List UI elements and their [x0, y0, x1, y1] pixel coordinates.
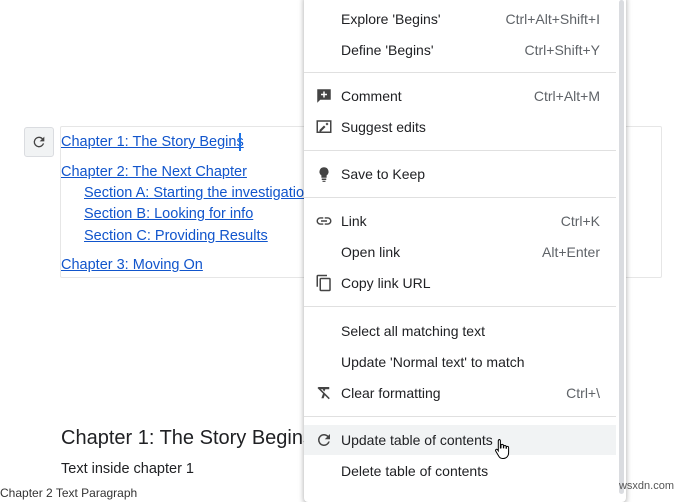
- menu-item-label: Update 'Normal text' to match: [341, 354, 525, 370]
- menu-item-shortcut: Ctrl+K: [560, 213, 600, 229]
- chapter-heading: Chapter 1: The Story Begins: [61, 427, 313, 449]
- link-icon: [316, 217, 332, 225]
- menu-item-label: Comment: [341, 88, 402, 104]
- copy-icon: [316, 274, 331, 292]
- menu-separator: [304, 197, 616, 198]
- menu-separator: [304, 72, 616, 73]
- menu-item-select-matching[interactable]: Select all matching text: [304, 316, 616, 346]
- toc-link-section-c[interactable]: Section C: Providing Results: [84, 227, 268, 245]
- menu-separator: [304, 150, 616, 151]
- menu-item-shortcut: Ctrl+Shift+Y: [524, 42, 600, 58]
- menu-item-label: Link: [341, 213, 367, 229]
- body-paragraph: Text inside chapter 1: [61, 461, 194, 477]
- menu-item-define[interactable]: Define 'Begins' Ctrl+Shift+Y: [304, 35, 616, 65]
- toc-link-section-b[interactable]: Section B: Looking for info: [84, 205, 253, 223]
- menu-separator: [304, 306, 616, 307]
- menu-item-label: Update table of contents: [341, 432, 493, 448]
- watermark: wsxdn.com: [618, 480, 674, 492]
- menu-item-update-normal-text[interactable]: Update 'Normal text' to match: [304, 347, 616, 377]
- menu-item-copy-link-url[interactable]: Copy link URL: [304, 268, 616, 298]
- lightbulb-icon: [319, 167, 329, 182]
- menu-item-shortcut: Alt+Enter: [542, 244, 600, 260]
- menu-item-label: Define 'Begins': [341, 42, 434, 58]
- menu-item-save-to-keep[interactable]: Save to Keep: [304, 159, 616, 189]
- menu-item-shortcut: Ctrl+Alt+Shift+I: [505, 11, 600, 27]
- menu-item-delete-toc[interactable]: Delete table of contents: [304, 456, 616, 486]
- clipped-paragraph: Chapter 2 Text Paragraph: [0, 486, 138, 500]
- menu-item-label: Copy link URL: [341, 275, 431, 291]
- toc-link-section-a[interactable]: Section A: Starting the investigation: [84, 184, 312, 202]
- menu-item-label: Explore 'Begins': [341, 11, 441, 27]
- menu-item-label: Delete table of contents: [341, 463, 489, 479]
- toc-link-chapter-2[interactable]: Chapter 2: The Next Chapter: [61, 163, 247, 181]
- menu-item-open-link[interactable]: Open link Alt+Enter: [304, 237, 616, 267]
- refresh-icon: [33, 136, 45, 148]
- add-comment-icon: [317, 89, 331, 103]
- text-cursor: [239, 133, 241, 151]
- menu-item-comment[interactable]: Comment Ctrl+Alt+M: [304, 81, 616, 111]
- update-toc-button[interactable]: [24, 127, 54, 157]
- refresh-icon: [317, 434, 330, 446]
- menu-item-label: Select all matching text: [341, 323, 485, 339]
- menu-item-label: Clear formatting: [341, 385, 441, 401]
- toc-link-chapter-3[interactable]: Chapter 3: Moving On: [61, 256, 203, 274]
- hand-pointer-icon: [495, 439, 510, 459]
- menu-item-update-toc[interactable]: Update table of contents: [304, 425, 616, 455]
- menu-item-label: Open link: [341, 244, 401, 260]
- menu-scrollbar-thumb[interactable]: [619, 0, 624, 494]
- menu-item-suggest-edits[interactable]: Suggest edits: [304, 112, 616, 142]
- menu-item-label: Suggest edits: [341, 119, 426, 135]
- menu-item-explore[interactable]: Explore 'Begins' Ctrl+Alt+Shift+I: [304, 4, 616, 34]
- clear-formatting-icon: [317, 386, 330, 400]
- menu-item-shortcut: Ctrl+Alt+M: [533, 88, 600, 104]
- menu-separator: [304, 416, 616, 417]
- toc-link-chapter-1[interactable]: Chapter 1: The Story Begins: [61, 133, 244, 151]
- menu-item-link[interactable]: Link Ctrl+K: [304, 206, 616, 236]
- menu-item-shortcut: Ctrl+\: [566, 385, 600, 401]
- menu-item-clear-formatting[interactable]: Clear formatting Ctrl+\: [304, 378, 616, 408]
- suggest-edits-icon: [316, 120, 332, 133]
- menu-item-label: Save to Keep: [341, 166, 426, 182]
